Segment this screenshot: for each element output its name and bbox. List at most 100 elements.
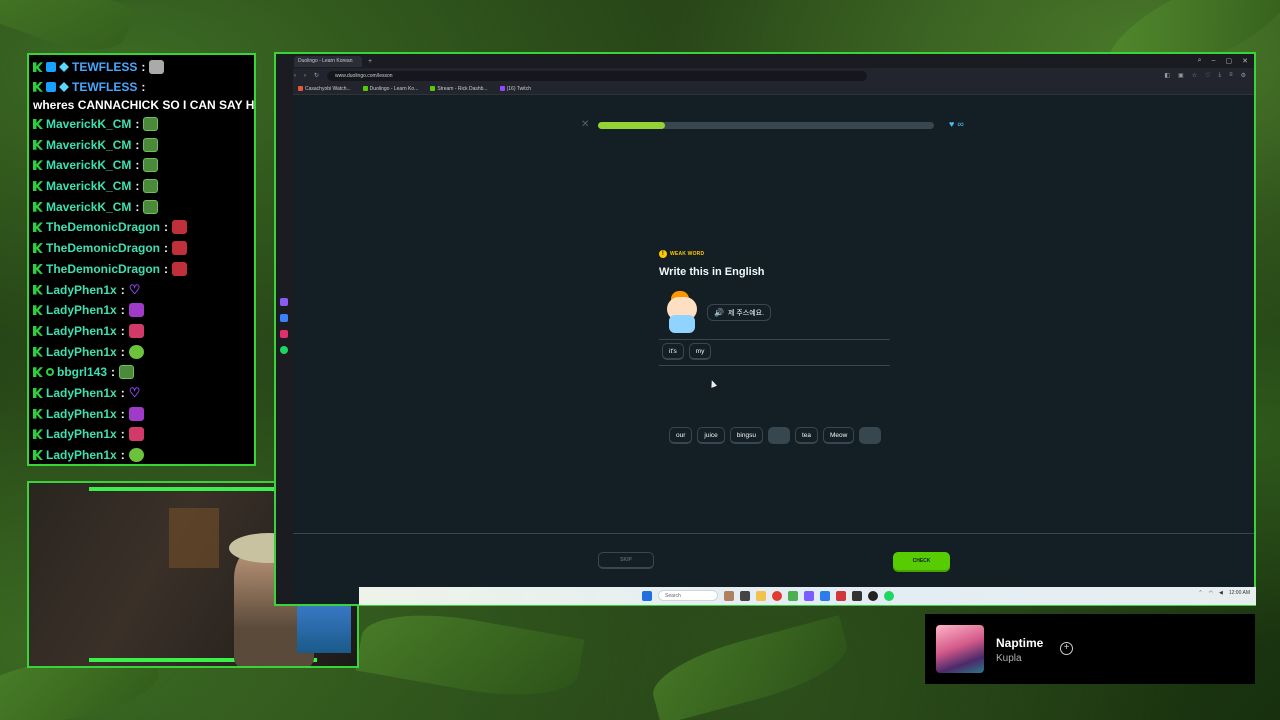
messenger-icon[interactable] xyxy=(280,314,288,322)
album-art xyxy=(936,625,984,673)
prompt-speech-bubble[interactable]: 🔊 제 주스예요. xyxy=(707,304,772,321)
word-bank-tile[interactable]: tea xyxy=(794,427,818,444)
chat-username[interactable]: MaverickK_CM xyxy=(46,200,131,214)
chat-username[interactable]: bbgrl143 xyxy=(57,365,107,379)
instagram-icon[interactable] xyxy=(280,330,288,338)
spotify-icon[interactable] xyxy=(884,590,894,601)
bookmark-label: Duolingo - Learn Ko... xyxy=(369,85,419,92)
chat-username[interactable]: TheDemonicDragon xyxy=(46,241,160,255)
chat-username[interactable]: TEWFLESS xyxy=(72,60,137,74)
tab-duolingo[interactable]: Duolingo - Learn Korean xyxy=(294,55,362,67)
maximize-icon[interactable]: ▢ xyxy=(1226,57,1233,65)
chrome-icon[interactable] xyxy=(788,590,798,601)
screenshot-icon[interactable]: ▣ xyxy=(1178,72,1184,79)
settings-icon[interactable]: ⚙ xyxy=(1241,72,1246,79)
star-icon[interactable]: ☆ xyxy=(1192,72,1197,79)
window-controls: ⌕ – ▢ ✕ xyxy=(1198,57,1254,65)
taskbar-search[interactable]: Search xyxy=(658,590,718,601)
webcam-poster xyxy=(169,508,219,568)
chat-message: LadyPhen1x: ♡ xyxy=(33,383,250,404)
chat-username[interactable]: LadyPhen1x xyxy=(46,303,117,317)
add-to-library-icon[interactable]: + xyxy=(1060,642,1073,655)
chat-username[interactable]: MaverickK_CM xyxy=(46,179,131,193)
chat-username[interactable]: MaverickK_CM xyxy=(46,138,131,152)
word-bank-tile[interactable]: bingsu xyxy=(729,427,763,444)
bookmarks-bar: Casachyobi Watch... Duolingo - Learn Ko..… xyxy=(276,83,1254,95)
minimize-icon[interactable]: – xyxy=(1212,57,1216,65)
chat-message: TheDemonicDragon: xyxy=(33,259,250,280)
app-icon[interactable] xyxy=(836,590,846,601)
chat-username[interactable]: TheDemonicDragon xyxy=(46,262,160,276)
chat-username[interactable]: MaverickK_CM xyxy=(46,117,131,131)
clock[interactable]: 12:00 AM xyxy=(1229,590,1250,596)
chat-message: LadyPhen1x: xyxy=(33,445,250,464)
word-bank-tile[interactable]: Meow xyxy=(822,427,855,444)
bookmark-item[interactable]: Stream - Rick Dashb... xyxy=(430,86,488,92)
extension-icon[interactable]: ◧ xyxy=(1164,72,1170,79)
chat-message: MaverickK_CM: xyxy=(33,176,250,197)
app-icon[interactable] xyxy=(820,590,830,601)
download-icon[interactable]: ⤓ xyxy=(1218,72,1221,79)
chat-username[interactable]: LadyPhen1x xyxy=(46,427,117,441)
check-button[interactable]: CHECK xyxy=(893,552,950,570)
answer-tile[interactable]: it's xyxy=(662,343,684,360)
widgets-icon[interactable] xyxy=(724,590,734,601)
tray-chevron-icon[interactable]: ⌃ xyxy=(1198,590,1202,596)
chat-badge-icon xyxy=(33,160,43,171)
skip-button[interactable]: SKIP xyxy=(598,552,654,569)
chat-badge-icon xyxy=(33,367,43,378)
reload-icon[interactable]: ↻ xyxy=(314,72,319,79)
forward-icon[interactable]: › xyxy=(304,73,306,79)
back-icon[interactable]: ‹ xyxy=(294,73,296,79)
bookmark-item[interactable]: (16) Twitch xyxy=(499,86,531,92)
browser-sidebar xyxy=(276,68,293,604)
menu-icon[interactable]: ≡ xyxy=(1229,72,1233,79)
background-leaf xyxy=(645,615,855,720)
answer-tile[interactable]: my xyxy=(688,343,712,360)
chat-username[interactable]: LadyPhen1x xyxy=(46,407,117,421)
heart-icon[interactable]: ♡ xyxy=(1205,72,1210,79)
chat-username[interactable]: LadyPhen1x xyxy=(46,324,117,338)
app-icon[interactable] xyxy=(852,590,862,601)
bookmark-item[interactable]: Casachyobi Watch... xyxy=(298,86,351,92)
wifi-icon[interactable]: ◠ xyxy=(1209,590,1213,596)
chat-badge-icon xyxy=(33,243,43,254)
close-lesson-icon[interactable]: ✕ xyxy=(581,119,589,130)
lesson-progress-bar xyxy=(598,122,934,129)
bookmark-label: Casachyobi Watch... xyxy=(305,85,351,92)
start-icon[interactable] xyxy=(642,590,652,601)
volume-icon[interactable]: ◀ xyxy=(1219,590,1223,596)
file-explorer-icon[interactable] xyxy=(756,590,766,601)
chat-colon: : xyxy=(135,117,140,132)
duolingo-character xyxy=(665,291,699,335)
chat-emote-icon xyxy=(128,323,144,338)
chat-username[interactable]: LadyPhen1x xyxy=(46,345,117,359)
chat-username[interactable]: TheDemonicDragon xyxy=(46,220,160,234)
close-icon[interactable]: ✕ xyxy=(1242,57,1248,65)
chat-emote-icon xyxy=(149,60,165,75)
spotify-icon[interactable] xyxy=(280,346,288,354)
chat-colon: : xyxy=(120,427,125,442)
word-bank-tile[interactable]: our xyxy=(669,427,693,444)
toolbar-icons: ◧ ▣ ☆ ♡ ⤓ ≡ ⚙ xyxy=(1164,72,1254,79)
sidebar-app-icon[interactable] xyxy=(280,298,288,306)
obs-icon[interactable] xyxy=(868,590,878,601)
answer-area[interactable]: it's my xyxy=(662,343,712,360)
task-view-icon[interactable] xyxy=(740,590,750,601)
chat-username[interactable]: LadyPhen1x xyxy=(46,283,117,297)
word-bank-tile[interactable]: juice xyxy=(697,427,725,444)
chat-username[interactable]: LadyPhen1x xyxy=(46,448,117,462)
bookmark-item[interactable]: Duolingo - Learn Ko... xyxy=(362,85,419,92)
search-icon[interactable]: ⌕ xyxy=(1198,57,1202,65)
speaker-icon[interactable]: 🔊 xyxy=(714,308,724,317)
url-field[interactable]: www.duolingo.com/lesson xyxy=(327,70,868,81)
weak-word-label: WEAK WORD xyxy=(670,251,705,257)
chat-username[interactable]: MaverickK_CM xyxy=(46,158,131,172)
chat-username[interactable]: TEWFLESS xyxy=(72,78,137,96)
chat-colon: : xyxy=(120,406,125,421)
opera-icon[interactable] xyxy=(772,590,782,601)
new-tab-icon[interactable]: + xyxy=(368,58,372,65)
chat-colon: : xyxy=(164,261,169,276)
chat-username[interactable]: LadyPhen1x xyxy=(46,386,117,400)
app-icon[interactable] xyxy=(804,590,814,601)
